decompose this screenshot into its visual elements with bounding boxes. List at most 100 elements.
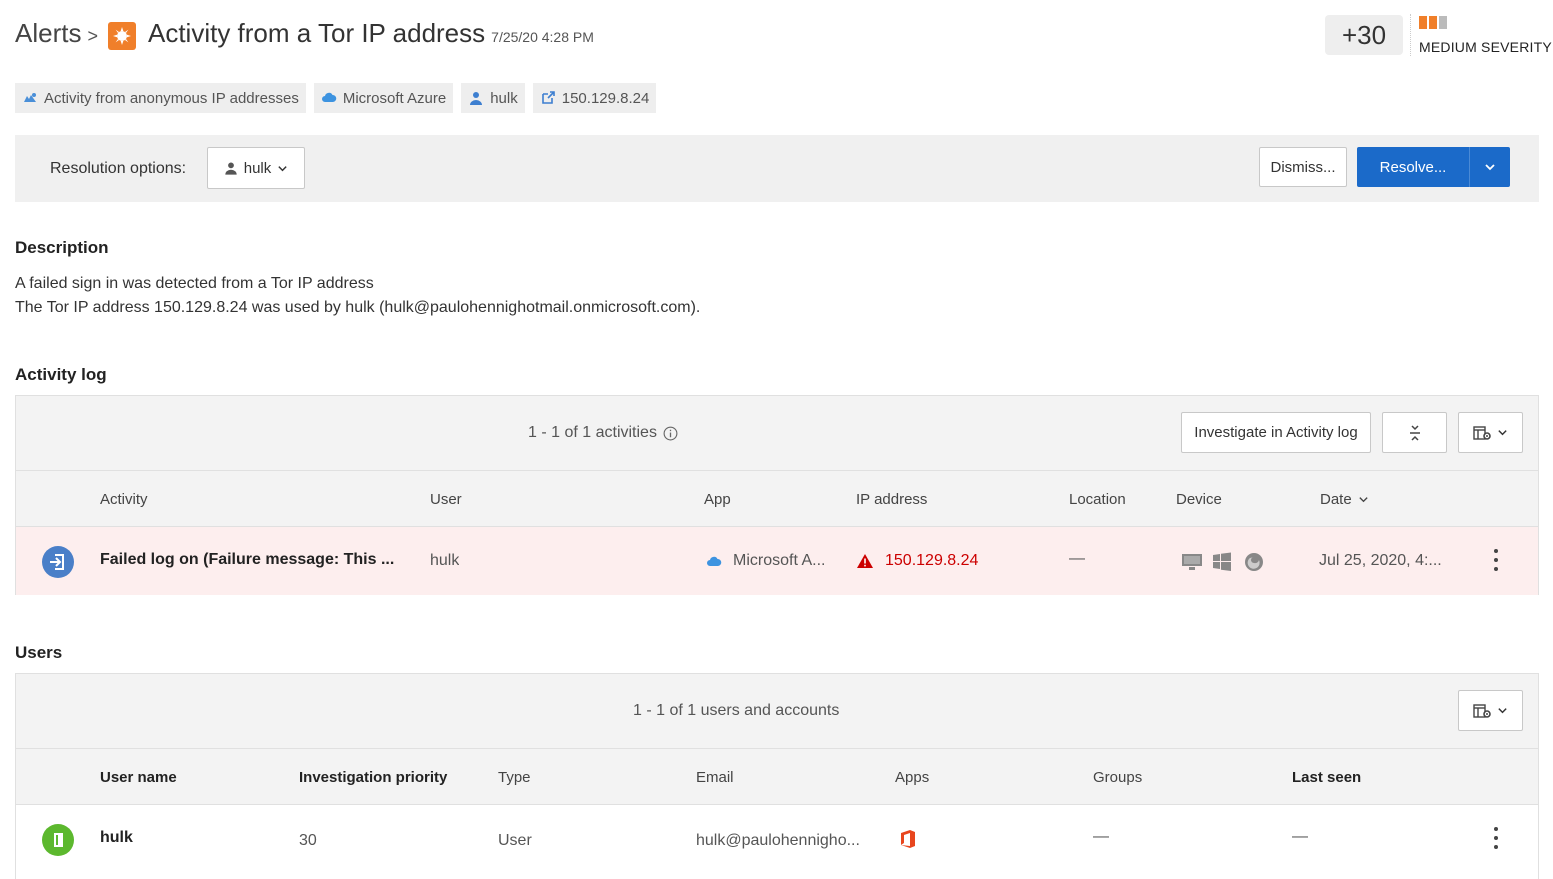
app-cell[interactable]: Microsoft A... <box>733 552 843 570</box>
activity-log-table: 1 - 1 of 1 activities Investigate in Act… <box>15 395 1539 595</box>
activity-log-title: Activity log <box>15 365 107 384</box>
ip-address-cell[interactable]: 150.129.8.24 <box>885 552 978 570</box>
resolution-user-label: hulk <box>243 159 272 177</box>
table-settings-icon <box>1473 425 1491 440</box>
email-cell[interactable]: hulk@paulohennigho... <box>696 832 876 850</box>
chevron-down-icon <box>1498 430 1507 436</box>
column-header-investigation-priority[interactable]: Investigation priority <box>299 769 447 786</box>
column-header-date[interactable]: Date <box>1320 491 1369 508</box>
users-count: 1 - 1 of 1 users and accounts <box>633 702 839 720</box>
severity-bar <box>1439 16 1447 29</box>
users-table: 1 - 1 of 1 users and accounts User name … <box>15 673 1539 879</box>
activity-cell[interactable]: Failed log on (Failure message: This ... <box>100 551 400 569</box>
breadcrumb-alerts-link[interactable]: Alerts <box>15 18 81 49</box>
table-settings-icon <box>1473 703 1491 718</box>
last-seen-cell: — <box>1292 828 1308 845</box>
date-cell: Jul 25, 2020, 4:... <box>1319 552 1442 569</box>
column-header-email[interactable]: Email <box>696 769 734 786</box>
office-icon[interactable] <box>899 829 917 849</box>
chevron-down-icon <box>278 165 287 171</box>
description-line: A failed sign in was detected from a Tor… <box>15 275 374 292</box>
divider <box>1410 14 1411 56</box>
column-header-location[interactable]: Location <box>1069 491 1126 508</box>
external-link-icon <box>541 91 555 104</box>
user-icon <box>225 162 237 175</box>
description-title: Description <box>15 238 109 257</box>
column-header-type[interactable]: Type <box>498 769 531 786</box>
users-count-text: 1 - 1 of 1 users and accounts <box>633 702 840 719</box>
column-header-app[interactable]: App <box>704 491 731 508</box>
risk-score-badge: +30 <box>1325 15 1403 55</box>
tag-label: 150.129.8.24 <box>561 89 650 107</box>
alert-tags: Activity from anonymous IP addresses Mic… <box>15 83 657 113</box>
table-row[interactable]: hulk 30 User hulk@paulohennigho... — — <box>16 805 1538 873</box>
desktop-icon <box>1182 554 1202 570</box>
row-menu-button[interactable] <box>1493 827 1499 849</box>
tag-label: Microsoft Azure <box>342 89 447 107</box>
anonymous-ip-icon <box>24 93 36 102</box>
tag-user[interactable]: hulk <box>461 83 525 113</box>
breadcrumb-separator: > <box>87 26 98 46</box>
sort-descending-icon <box>1359 497 1368 503</box>
alert-header: Alerts > Activity from a Tor IP address … <box>15 14 1552 64</box>
collapse-rows-button[interactable] <box>1382 412 1447 453</box>
table-row[interactable]: Failed log on (Failure message: This ...… <box>16 527 1538 595</box>
column-header-groups[interactable]: Groups <box>1093 769 1142 786</box>
tag-alert-type[interactable]: Activity from anonymous IP addresses <box>15 83 306 113</box>
column-header-ip-address[interactable]: IP address <box>856 491 927 508</box>
breadcrumb: Alerts > Activity from a Tor IP address … <box>15 18 594 50</box>
activity-toolbar: 1 - 1 of 1 activities Investigate in Act… <box>16 396 1538 471</box>
resolution-bar: Resolution options: hulk Dismiss... Reso… <box>15 135 1539 202</box>
column-header-apps[interactable]: Apps <box>895 769 929 786</box>
tag-label: Activity from anonymous IP addresses <box>44 89 299 107</box>
column-header-user[interactable]: User <box>430 491 462 508</box>
user-account-icon <box>42 824 74 856</box>
azure-cloud-icon <box>321 92 337 102</box>
warning-icon <box>857 554 873 568</box>
tag-app[interactable]: Microsoft Azure <box>313 83 454 113</box>
column-header-activity[interactable]: Activity <box>100 491 148 508</box>
alert-burst-icon <box>107 21 136 50</box>
type-cell: User <box>498 832 532 849</box>
groups-cell: — <box>1093 828 1109 845</box>
firefox-icon <box>1245 553 1263 571</box>
resolve-dropdown-button[interactable] <box>1469 147 1510 187</box>
location-cell: — <box>1069 550 1085 567</box>
activity-table-header: Activity User App IP address Location De… <box>16 471 1538 527</box>
column-header-date-label: Date <box>1320 491 1352 508</box>
alert-timestamp: 7/25/20 4:28 PM <box>491 29 594 45</box>
windows-icon <box>1213 552 1231 571</box>
activity-count-text: 1 - 1 of 1 activities <box>528 424 657 441</box>
tag-ip[interactable]: 150.129.8.24 <box>532 83 657 113</box>
tag-label: hulk <box>490 89 518 107</box>
row-menu-button[interactable] <box>1493 549 1499 571</box>
user-cell[interactable]: hulk <box>430 552 459 570</box>
user-name-cell[interactable]: hulk <box>100 829 133 847</box>
resolve-button[interactable]: Resolve... <box>1357 147 1469 187</box>
severity-indicator: MEDIUM SEVERITY <box>1419 16 1552 55</box>
severity-bar <box>1419 16 1427 29</box>
info-icon[interactable] <box>663 426 678 441</box>
severity-bars-icon <box>1419 16 1539 29</box>
investigate-activity-log-button[interactable]: Investigate in Activity log <box>1181 412 1371 453</box>
column-header-user-name[interactable]: User name <box>100 769 177 786</box>
column-settings-button[interactable] <box>1458 690 1523 731</box>
priority-cell: 30 <box>299 832 317 849</box>
description-line: The Tor IP address 150.129.8.24 was used… <box>15 299 701 316</box>
resolution-user-dropdown[interactable]: hulk <box>207 147 305 189</box>
activity-count: 1 - 1 of 1 activities <box>528 424 678 442</box>
column-header-last-seen[interactable]: Last seen <box>1292 769 1361 786</box>
column-settings-button[interactable] <box>1458 412 1523 453</box>
sign-in-activity-icon <box>42 546 74 578</box>
users-toolbar: 1 - 1 of 1 users and accounts <box>16 674 1538 749</box>
chevron-down-icon <box>1498 708 1507 714</box>
dismiss-button[interactable]: Dismiss... <box>1259 147 1347 187</box>
expand-collapse-icon <box>1409 424 1420 441</box>
resolution-options-label: Resolution options: <box>50 160 187 177</box>
description-text: A failed sign in was detected from a Tor… <box>15 272 700 320</box>
users-title: Users <box>15 643 63 662</box>
severity-bar <box>1429 16 1437 29</box>
column-header-device[interactable]: Device <box>1176 491 1222 508</box>
page-title: Activity from a Tor IP address <box>147 18 486 48</box>
chevron-down-icon <box>1485 164 1495 171</box>
